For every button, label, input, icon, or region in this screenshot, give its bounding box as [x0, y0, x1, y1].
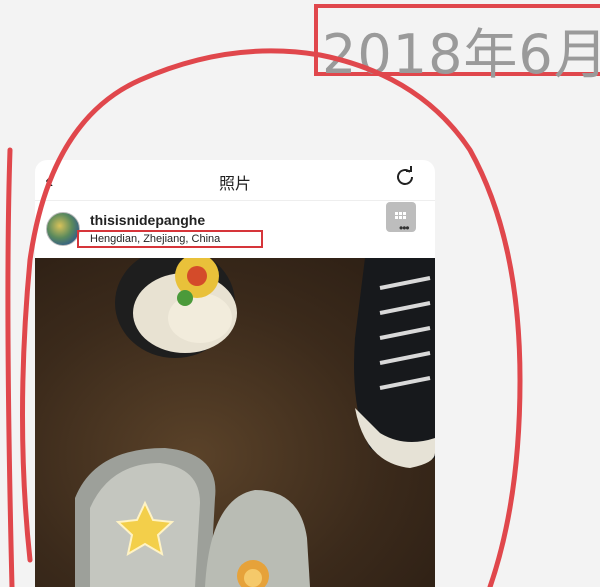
red-circle-annotation	[5, 48, 523, 587]
